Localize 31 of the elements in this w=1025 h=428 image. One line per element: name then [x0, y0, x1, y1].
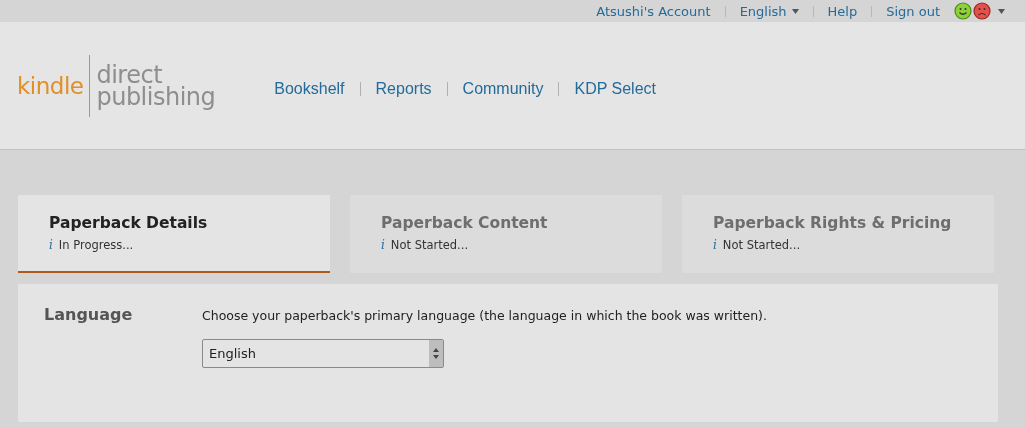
top-link[interactable]: Sign out	[886, 3, 940, 19]
logo-kindle: kindle	[17, 72, 85, 99]
step-tab[interactable]: Paperback Content i Not Started...	[350, 195, 662, 273]
info-icon: i	[713, 238, 717, 252]
step-status: Not Started...	[722, 238, 801, 252]
spinner-icon	[429, 340, 443, 367]
step-title: Paperback Rights & Pricing	[713, 214, 953, 232]
step-title: Paperback Details	[49, 214, 209, 232]
caret-icon	[998, 8, 1005, 14]
top-link[interactable]: Help	[827, 3, 858, 19]
logo-text: publishing	[96, 85, 216, 108]
nav-link[interactable]: Reports	[375, 79, 432, 98]
step-title: Paperback Content	[381, 214, 549, 232]
top-link[interactable]: English	[739, 3, 799, 19]
step-tab[interactable]: Paperback Details i In Progress...	[18, 195, 330, 273]
step-status: In Progress...	[58, 238, 134, 252]
step-status: Not Started...	[390, 238, 469, 252]
language-select[interactable]: English	[202, 339, 444, 368]
info-icon: i	[381, 238, 385, 252]
smiley-face-icon[interactable]	[954, 2, 972, 20]
caret-icon	[791, 8, 799, 14]
nav-link[interactable]: Community	[462, 79, 544, 98]
section-description: Choose your paperback's primary language (the language in which the book was written).	[202, 308, 767, 323]
section-label: Language	[44, 305, 134, 326]
step-tab[interactable]: Paperback Rights & Pricing i Not Started...	[682, 195, 994, 273]
top-link[interactable]: Atsushi's Account	[596, 3, 711, 19]
logo-text: direct	[96, 63, 163, 86]
nav-link[interactable]: Bookshelf	[274, 79, 345, 98]
nav-link[interactable]: KDP Select	[574, 79, 656, 98]
frowning-face-icon[interactable]	[973, 2, 991, 20]
info-icon: i	[49, 238, 53, 252]
